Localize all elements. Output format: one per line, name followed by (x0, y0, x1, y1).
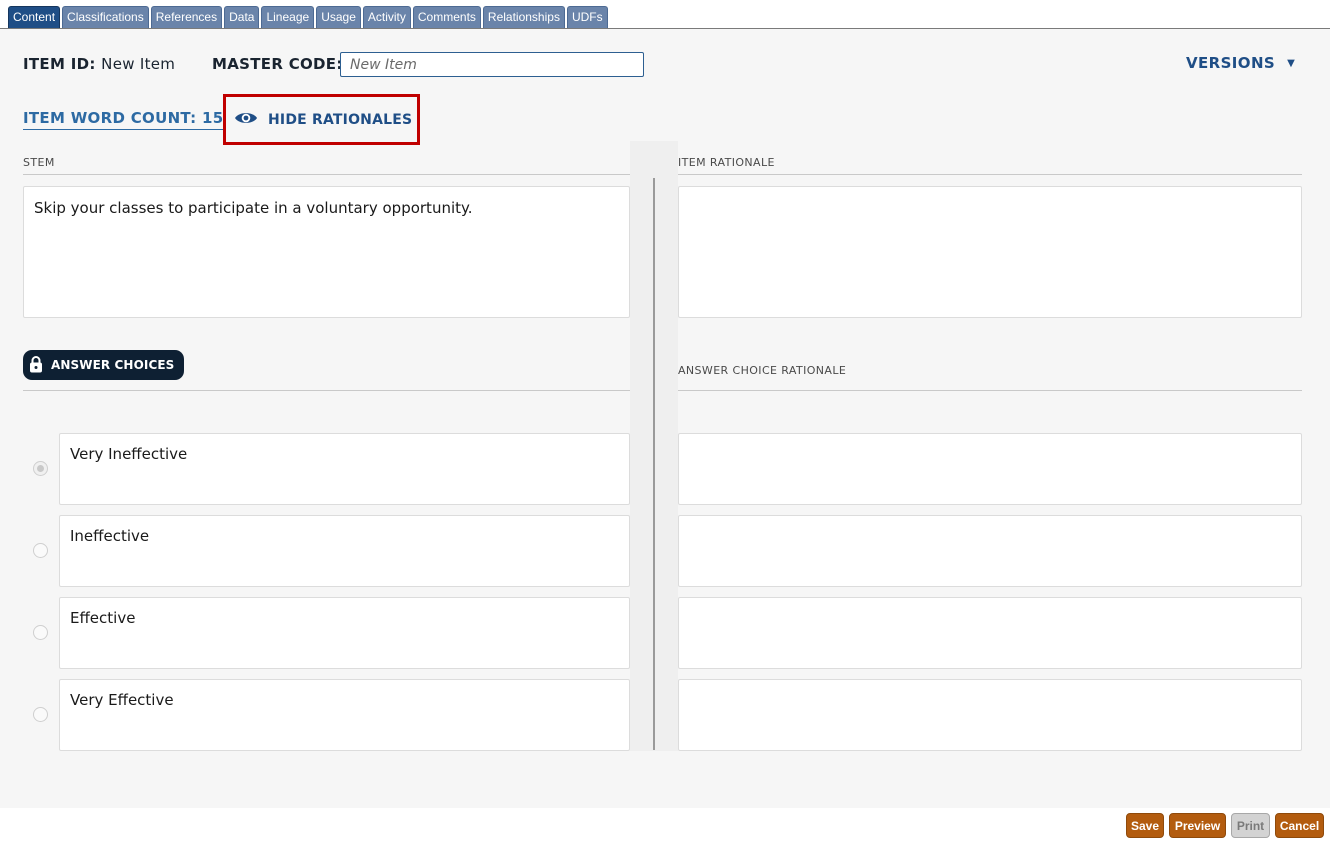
caret-down-icon: ▼ (1287, 57, 1296, 69)
choice-rationale-editor[interactable] (678, 433, 1302, 505)
choice-editor[interactable]: Ineffective (59, 515, 630, 587)
answer-choice-rationale-divider (678, 390, 1302, 391)
answer-choices-lock-button[interactable]: ANSWER CHOICES (23, 350, 185, 380)
choice-text: Very Ineffective (70, 445, 188, 463)
stem-text: Skip your classes to participate in a vo… (34, 199, 473, 217)
choice-editor[interactable]: Very Ineffective (59, 433, 630, 505)
tab-udfs[interactable]: UDFs (566, 6, 608, 28)
choice-radio[interactable] (33, 461, 48, 476)
item-rationale-label: ITEM RATIONALE (678, 156, 775, 169)
choice-rationale-text (679, 434, 1301, 458)
hide-rationales-button[interactable]: HIDE RATIONALES (223, 94, 420, 145)
tab-content[interactable]: Content (8, 6, 61, 28)
versions-label: VERSIONS (1186, 54, 1276, 72)
preview-button[interactable]: Preview (1169, 813, 1226, 838)
choice-text: Ineffective (70, 527, 150, 545)
footer-bar: Save Preview Print Cancel (0, 808, 1330, 843)
tab-classifications[interactable]: Classifications (62, 6, 149, 28)
item-rationale-text (679, 187, 1301, 211)
tab-lineage[interactable]: Lineage (261, 6, 315, 28)
column-divider (653, 178, 655, 750)
print-button[interactable]: Print (1231, 813, 1270, 838)
tab-bar: Content Classifications References Data … (0, 0, 1330, 29)
stem-label: STEM (23, 156, 55, 169)
item-id-value: New Item (101, 55, 176, 73)
choice-editor[interactable]: Very Effective (59, 679, 630, 751)
item-id: ITEM ID: New Item (23, 55, 175, 73)
choice-rationale-editor[interactable] (678, 597, 1302, 669)
stem-divider (23, 174, 630, 175)
choice-radio[interactable] (33, 543, 48, 558)
choice-editor[interactable]: Effective (59, 597, 630, 669)
master-code-input[interactable] (340, 52, 644, 77)
tab-comments[interactable]: Comments (412, 6, 481, 28)
tab-usage[interactable]: Usage (316, 6, 361, 28)
choice-rationale-text (679, 680, 1301, 704)
item-rationale-divider (678, 174, 1302, 175)
hide-rationales-label: HIDE RATIONALES (268, 111, 413, 128)
tab-activity[interactable]: Activity (362, 6, 411, 28)
choice-rationale-text (679, 598, 1301, 622)
choice-radio[interactable] (33, 707, 48, 722)
master-code-label: MASTER CODE: (212, 55, 343, 73)
choice-text: Very Effective (70, 691, 174, 709)
choice-rationale-editor[interactable] (678, 515, 1302, 587)
choice-text: Effective (70, 609, 136, 627)
answer-choice-rationale-label: ANSWER CHOICE RATIONALE (678, 364, 847, 377)
choice-rationale-editor[interactable] (678, 679, 1302, 751)
save-button[interactable]: Save (1126, 813, 1164, 838)
choice-radio[interactable] (33, 625, 48, 640)
answer-choices-divider (23, 390, 630, 391)
cancel-button[interactable]: Cancel (1275, 813, 1324, 838)
content-panel: ITEM ID: New Item MASTER CODE: VERSIONS … (0, 29, 1330, 808)
tab-list: Content Classifications References Data … (8, 6, 608, 28)
item-word-count[interactable]: ITEM WORD COUNT: 15 (23, 109, 224, 130)
choice-rationale-text (679, 516, 1301, 540)
answer-choices-label: ANSWER CHOICES (51, 358, 175, 372)
lock-icon (29, 355, 43, 376)
tab-relationships[interactable]: Relationships (482, 6, 565, 28)
item-rationale-editor[interactable] (678, 186, 1302, 318)
stem-editor[interactable]: Skip your classes to participate in a vo… (23, 186, 630, 318)
tab-references[interactable]: References (150, 6, 223, 28)
eye-icon (234, 110, 258, 130)
tab-data[interactable]: Data (224, 6, 260, 28)
item-id-label: ITEM ID: (23, 55, 96, 73)
versions-dropdown[interactable]: VERSIONS ▼ (1186, 54, 1295, 72)
